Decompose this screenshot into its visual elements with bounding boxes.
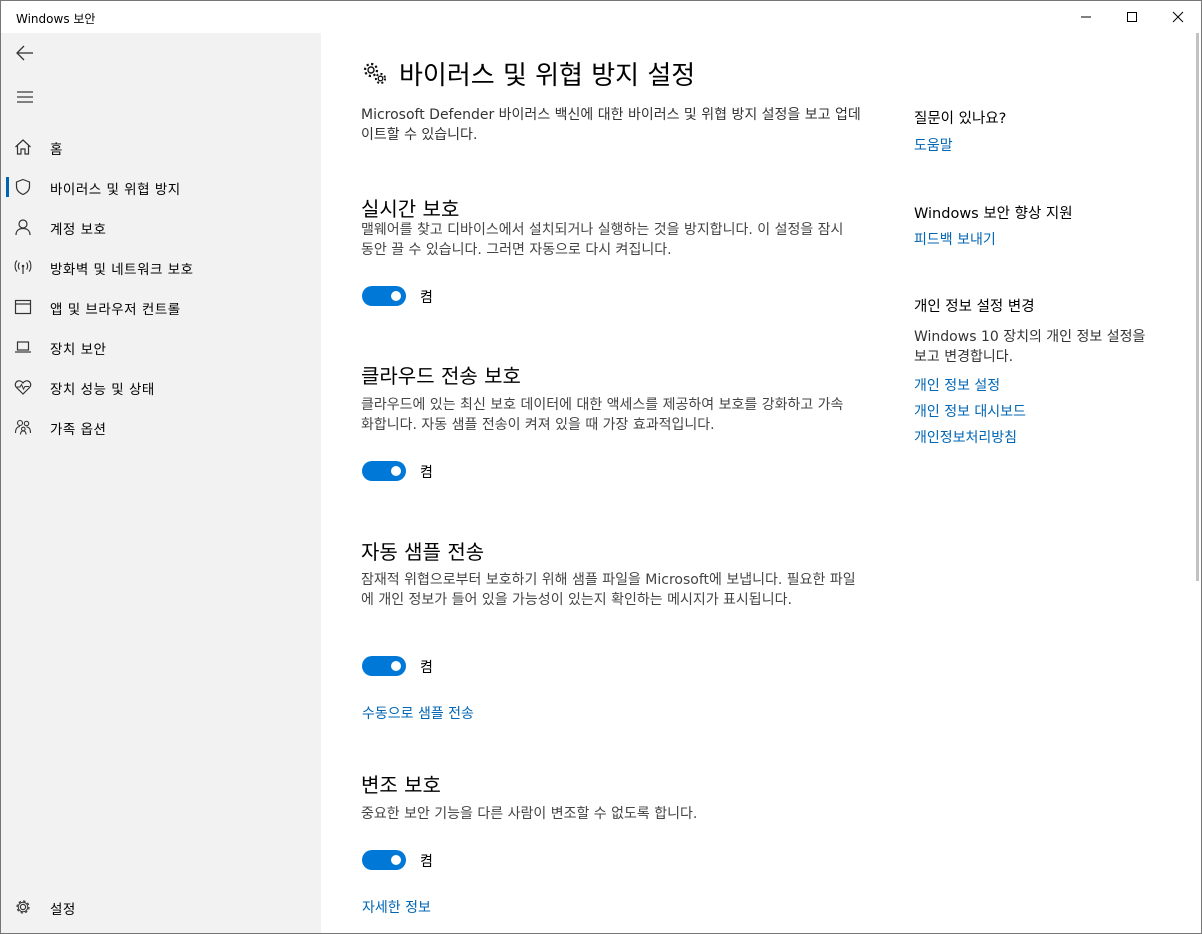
section-title-cloud: 클라우드 전송 보호 xyxy=(361,364,521,388)
section-desc-cloud: 클라우드에 있는 최신 보호 데이터에 대한 액세스를 제공하여 보호를 강화하… xyxy=(361,397,844,433)
minimize-icon xyxy=(1081,16,1091,18)
help-link[interactable]: 도움말 xyxy=(914,135,953,155)
sidebar: 홈 바이러스 및 위협 방지 계정 보호 방화벽 및 네트워크 보호 앱 및 브… xyxy=(1,33,321,933)
sidebar-item-label: 방화벽 및 네트워크 보호 xyxy=(50,262,194,278)
sidebar-item-family-options[interactable]: 가족 옵션 xyxy=(1,407,321,447)
browser-window-icon xyxy=(13,297,33,317)
close-button[interactable] xyxy=(1155,1,1201,33)
section-title-realtime: 실시간 보호 xyxy=(361,197,460,221)
help-heading: 질문이 있나요? xyxy=(914,111,1007,127)
toggle-knob xyxy=(391,291,401,301)
minimize-button[interactable] xyxy=(1063,1,1109,33)
section-title-tamper: 변조 보호 xyxy=(361,773,441,797)
page-title-text: 바이러스 및 위협 방지 설정 xyxy=(399,61,696,91)
title-bar[interactable]: Windows 보안 xyxy=(1,1,1201,33)
section-desc-sample: 잠재적 위협으로부터 보호하기 위해 샘플 파일을 Microsoft에 보냅니… xyxy=(361,572,856,608)
home-icon xyxy=(13,137,33,157)
sidebar-item-home[interactable]: 홈 xyxy=(1,127,321,167)
sidebar-item-account-protection[interactable]: 계정 보호 xyxy=(1,207,321,247)
feedback-link[interactable]: 피드백 보내기 xyxy=(914,229,996,249)
manual-sample-link[interactable]: 수동으로 샘플 전송 xyxy=(362,703,474,723)
privacy-description: Windows 10 장치의 개인 정보 설정을 보고 변경합니다. xyxy=(914,329,1146,365)
sample-submission-toggle[interactable] xyxy=(362,656,406,676)
back-arrow-icon xyxy=(16,45,33,61)
sidebar-item-device-security[interactable]: 장치 보안 xyxy=(1,327,321,367)
sidebar-item-app-browser[interactable]: 앱 및 브라우저 컨트롤 xyxy=(1,287,321,327)
app-window: Windows 보안 홈 바이러스 및 위협 방지 계정 보호 방화벽 및 네트… xyxy=(0,0,1202,934)
toggle-state-label: 켬 xyxy=(420,465,433,481)
maximize-icon xyxy=(1127,12,1137,22)
cloud-protection-toggle[interactable] xyxy=(362,461,406,481)
sidebar-item-virus-protection[interactable]: 바이러스 및 위협 방지 xyxy=(1,167,321,207)
improve-heading: Windows 보안 향상 지원 xyxy=(914,206,1073,222)
privacy-statement-link[interactable]: 개인정보처리방침 xyxy=(914,427,1017,447)
sidebar-item-label: 바이러스 및 위협 방지 xyxy=(50,182,181,198)
privacy-settings-link[interactable]: 개인 정보 설정 xyxy=(914,375,1000,395)
privacy-heading: 개인 정보 설정 변경 xyxy=(914,299,1035,315)
maximize-button[interactable] xyxy=(1109,1,1155,33)
tamper-protection-toggle[interactable] xyxy=(362,850,406,870)
sidebar-item-label: 가족 옵션 xyxy=(50,422,107,438)
vertical-scrollbar[interactable] xyxy=(1196,33,1199,581)
toggle-state-label: 켬 xyxy=(420,290,433,306)
sidebar-item-firewall[interactable]: 방화벽 및 네트워크 보호 xyxy=(1,247,321,287)
toggle-state-label: 켬 xyxy=(420,660,433,676)
window-title: Windows 보안 xyxy=(16,12,96,26)
sidebar-item-label: 장치 성능 및 상태 xyxy=(50,382,155,398)
menu-button[interactable] xyxy=(1,77,49,117)
heart-pulse-icon xyxy=(13,377,33,397)
sidebar-item-label: 계정 보호 xyxy=(50,222,107,238)
shield-icon xyxy=(13,177,33,197)
gears-icon xyxy=(363,62,387,84)
family-icon xyxy=(13,417,33,437)
section-desc-realtime: 맬웨어를 찾고 디바이스에서 설치되거나 실행하는 것을 방지합니다. 이 설정… xyxy=(361,222,844,258)
sidebar-item-label: 홈 xyxy=(50,142,63,158)
gear-icon xyxy=(13,897,33,917)
sidebar-item-label: 장치 보안 xyxy=(50,342,107,358)
close-icon xyxy=(1172,11,1184,23)
person-icon xyxy=(13,217,33,237)
sidebar-item-label: 앱 및 브라우저 컨트롤 xyxy=(50,302,181,318)
page-intro: Microsoft Defender 바이러스 백신에 대한 바이러스 및 위협… xyxy=(361,107,861,143)
sidebar-item-label: 설정 xyxy=(50,902,76,918)
toggle-knob xyxy=(391,466,401,476)
more-info-link[interactable]: 자세한 정보 xyxy=(362,897,431,917)
privacy-dashboard-link[interactable]: 개인 정보 대시보드 xyxy=(914,401,1026,421)
realtime-protection-toggle[interactable] xyxy=(362,286,406,306)
toggle-state-label: 켬 xyxy=(420,854,433,870)
sidebar-item-settings[interactable]: 설정 xyxy=(1,887,321,927)
hamburger-icon xyxy=(17,91,33,103)
section-desc-tamper: 중요한 보안 기능을 다른 사람이 변조할 수 없도록 합니다. xyxy=(361,806,698,822)
wifi-antenna-icon xyxy=(13,257,33,277)
page-title: 바이러스 및 위협 방지 설정 xyxy=(361,55,695,92)
main-content: 바이러스 및 위협 방지 설정 Microsoft Defender 바이러스 … xyxy=(322,33,1200,933)
toggle-knob xyxy=(391,855,401,865)
section-title-sample: 자동 샘플 전송 xyxy=(361,540,485,564)
sidebar-item-device-performance[interactable]: 장치 성능 및 상태 xyxy=(1,367,321,407)
back-button[interactable] xyxy=(1,33,49,73)
toggle-knob xyxy=(391,661,401,671)
laptop-icon xyxy=(13,337,33,357)
